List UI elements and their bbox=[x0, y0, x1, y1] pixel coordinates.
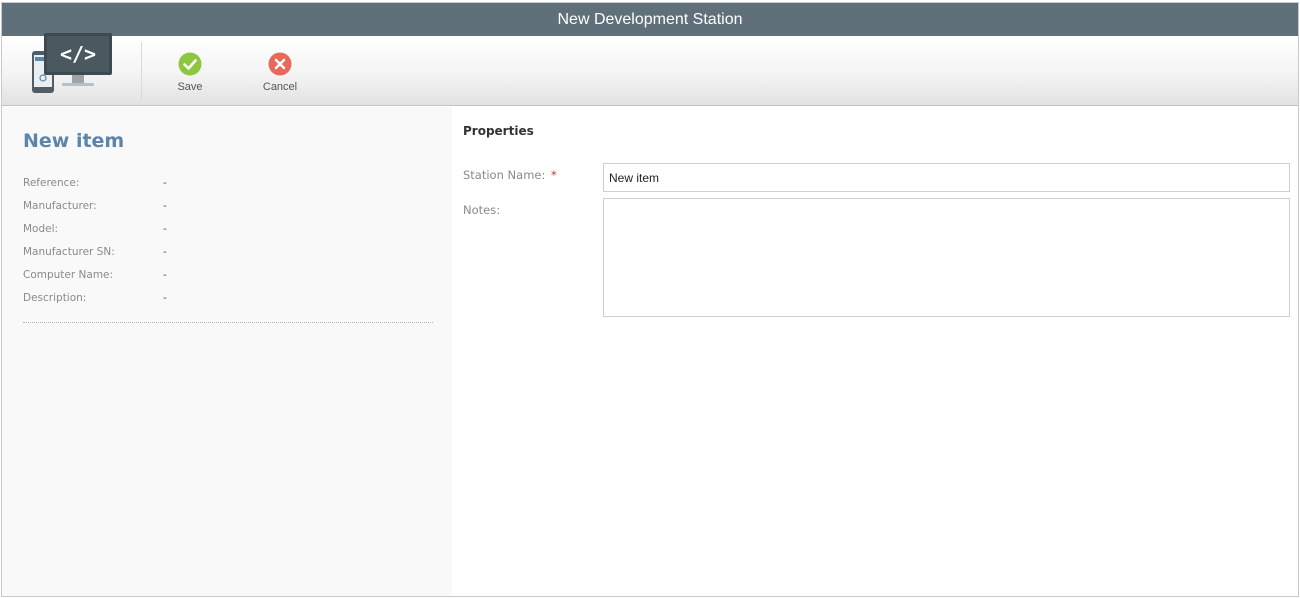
cancel-button[interactable]: Cancel bbox=[250, 52, 310, 98]
summary-label: Model: bbox=[23, 223, 59, 235]
save-button[interactable]: Save bbox=[160, 52, 220, 98]
summary-label: Description: bbox=[23, 292, 87, 304]
development-station-icon: </> bbox=[32, 33, 112, 93]
summary-panel: New item Reference: - Manufacturer: - Mo… bbox=[2, 107, 452, 596]
summary-label: Reference: bbox=[23, 177, 80, 189]
content-area: New item Reference: - Manufacturer: - Mo… bbox=[2, 107, 1298, 596]
station-name-label-text: Station Name: bbox=[463, 168, 546, 182]
title-bar: New Development Station bbox=[2, 3, 1298, 36]
summary-list: Reference: - Manufacturer: - Model: - Ma… bbox=[23, 177, 433, 315]
summary-row-manufacturer: Manufacturer: - bbox=[23, 200, 433, 223]
summary-label: Computer Name: bbox=[23, 269, 114, 281]
dialog-window: New Development Station </> Save Cancel … bbox=[1, 2, 1299, 597]
station-name-label: Station Name: * bbox=[463, 168, 557, 182]
notes-textarea[interactable] bbox=[603, 198, 1290, 317]
toolbar: </> Save Cancel bbox=[2, 33, 1298, 106]
summary-value: - bbox=[163, 269, 167, 281]
required-marker: * bbox=[551, 168, 557, 182]
summary-value: - bbox=[163, 223, 167, 235]
station-name-input[interactable] bbox=[603, 163, 1290, 192]
properties-panel: Properties Station Name: * Notes: bbox=[452, 107, 1298, 596]
summary-value: - bbox=[163, 292, 167, 304]
summary-row-reference: Reference: - bbox=[23, 177, 433, 200]
notes-label: Notes: bbox=[463, 203, 501, 217]
summary-label: Manufacturer: bbox=[23, 200, 97, 212]
cancel-label: Cancel bbox=[262, 81, 298, 93]
toolbar-separator bbox=[141, 42, 142, 100]
summary-row-manufacturer-sn: Manufacturer SN: - bbox=[23, 246, 433, 269]
summary-divider bbox=[23, 322, 433, 323]
summary-value: - bbox=[163, 246, 167, 258]
properties-heading: Properties bbox=[463, 124, 534, 138]
summary-value: - bbox=[163, 177, 167, 189]
save-label: Save bbox=[177, 81, 203, 93]
item-title: New item bbox=[23, 130, 125, 152]
summary-row-model: Model: - bbox=[23, 223, 433, 246]
svg-text:</>: </> bbox=[60, 42, 96, 66]
summary-value: - bbox=[163, 200, 167, 212]
summary-label: Manufacturer SN: bbox=[23, 246, 115, 258]
summary-row-description: Description: - bbox=[23, 292, 433, 315]
close-circle-icon bbox=[268, 52, 292, 76]
summary-row-computer-name: Computer Name: - bbox=[23, 269, 433, 292]
checkmark-circle-icon bbox=[178, 52, 202, 76]
window-title: New Development Station bbox=[557, 10, 743, 28]
